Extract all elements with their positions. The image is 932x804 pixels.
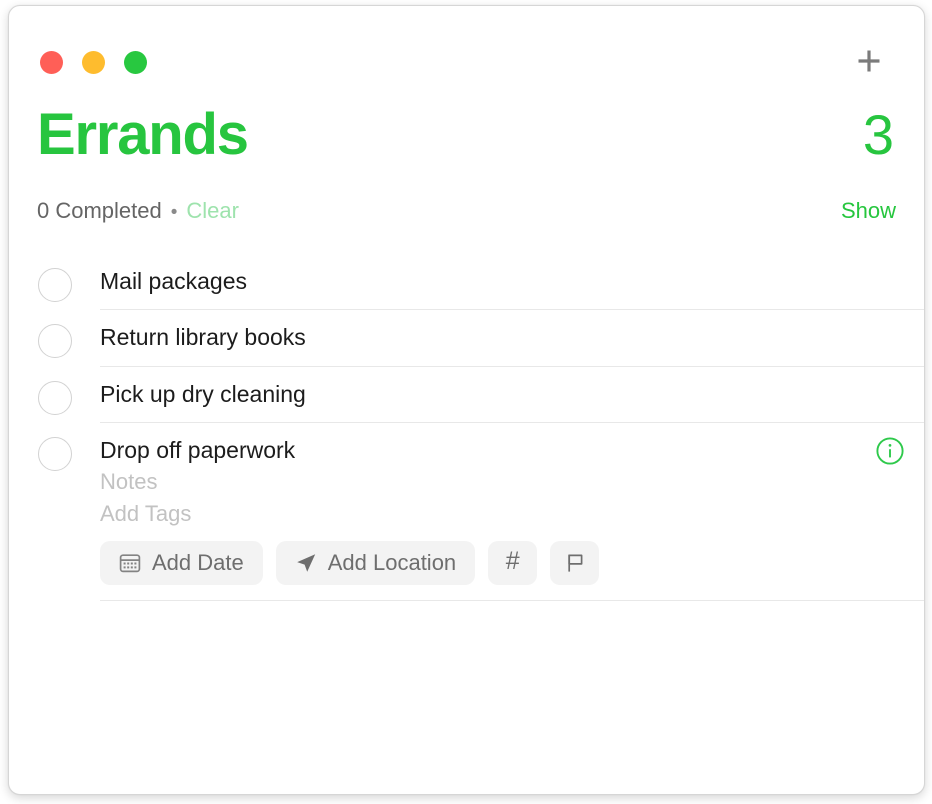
table-row[interactable]: Pick up dry cleaning bbox=[9, 367, 924, 424]
tags-field[interactable]: Add Tags bbox=[100, 498, 924, 529]
reminder-title[interactable]: Mail packages bbox=[100, 268, 247, 294]
traffic-light-buttons bbox=[40, 51, 147, 74]
reminder-checkbox[interactable] bbox=[38, 437, 72, 472]
reminder-checkbox[interactable] bbox=[38, 380, 72, 415]
reminder-title[interactable]: Return library books bbox=[100, 324, 306, 350]
reminder-action-buttons: Add Date Add Location # bbox=[100, 540, 924, 585]
table-row[interactable]: Mail packages bbox=[9, 254, 924, 311]
show-completed-button[interactable]: Show bbox=[841, 198, 896, 224]
reminder-body: Pick up dry cleaning bbox=[100, 367, 924, 424]
reminder-body: Mail packages bbox=[100, 254, 924, 311]
page-title: Errands bbox=[37, 102, 249, 167]
close-window-button[interactable] bbox=[40, 51, 63, 74]
separator-dot: • bbox=[170, 202, 178, 223]
title-bar bbox=[9, 6, 924, 106]
add-date-label: Add Date bbox=[152, 549, 244, 575]
reminder-list: Mail packages Return library books Pick … bbox=[9, 254, 924, 601]
minimize-window-button[interactable] bbox=[82, 51, 105, 74]
reminder-title-line: Mail packages bbox=[100, 254, 924, 294]
flag-icon bbox=[564, 552, 586, 574]
reminder-title[interactable]: Pick up dry cleaning bbox=[100, 381, 306, 407]
clear-completed-button[interactable]: Clear bbox=[186, 198, 239, 224]
list-subheader-row: 0 Completed • Clear Show bbox=[37, 186, 896, 242]
reminder-body: Return library books bbox=[100, 310, 924, 367]
add-date-button[interactable]: Add Date bbox=[100, 540, 263, 585]
reminder-title[interactable]: Drop off paperwork bbox=[100, 437, 295, 463]
table-row[interactable]: Return library books bbox=[9, 310, 924, 367]
reminder-title-line: Pick up dry cleaning bbox=[100, 367, 924, 407]
zoom-window-button[interactable] bbox=[124, 51, 147, 74]
reminder-body: Drop off paperwork Notes Add Tags Add Da… bbox=[100, 423, 924, 601]
reminder-info-button[interactable] bbox=[875, 436, 905, 466]
completed-group: 0 Completed • Clear bbox=[37, 198, 239, 224]
add-location-button[interactable]: Add Location bbox=[275, 540, 476, 585]
table-row-expanded[interactable]: Drop off paperwork Notes Add Tags Add Da… bbox=[9, 423, 924, 601]
reminder-title-line: Drop off paperwork bbox=[100, 423, 924, 466]
add-tag-button[interactable]: # bbox=[488, 540, 538, 585]
completed-count-label: 0 Completed bbox=[37, 198, 162, 223]
reminders-window: Errands 3 0 Completed • Clear Show Mail … bbox=[8, 5, 925, 795]
flag-button[interactable] bbox=[550, 540, 600, 585]
reminder-title-line: Return library books bbox=[100, 310, 924, 350]
notes-field[interactable]: Notes bbox=[100, 466, 924, 497]
add-location-label: Add Location bbox=[327, 549, 457, 575]
plus-icon bbox=[854, 46, 884, 76]
reminder-count: 3 bbox=[862, 103, 894, 166]
info-circle-icon bbox=[875, 436, 905, 466]
list-header: Errands 3 0 Completed • Clear Show bbox=[9, 106, 924, 242]
location-arrow-icon bbox=[295, 552, 317, 574]
reminder-checkbox[interactable] bbox=[38, 268, 72, 302]
calendar-icon bbox=[119, 552, 141, 574]
hash-icon: # bbox=[505, 547, 520, 576]
add-reminder-button[interactable] bbox=[848, 40, 890, 82]
reminder-checkbox[interactable] bbox=[38, 324, 72, 359]
list-title-row: Errands 3 bbox=[37, 106, 896, 186]
